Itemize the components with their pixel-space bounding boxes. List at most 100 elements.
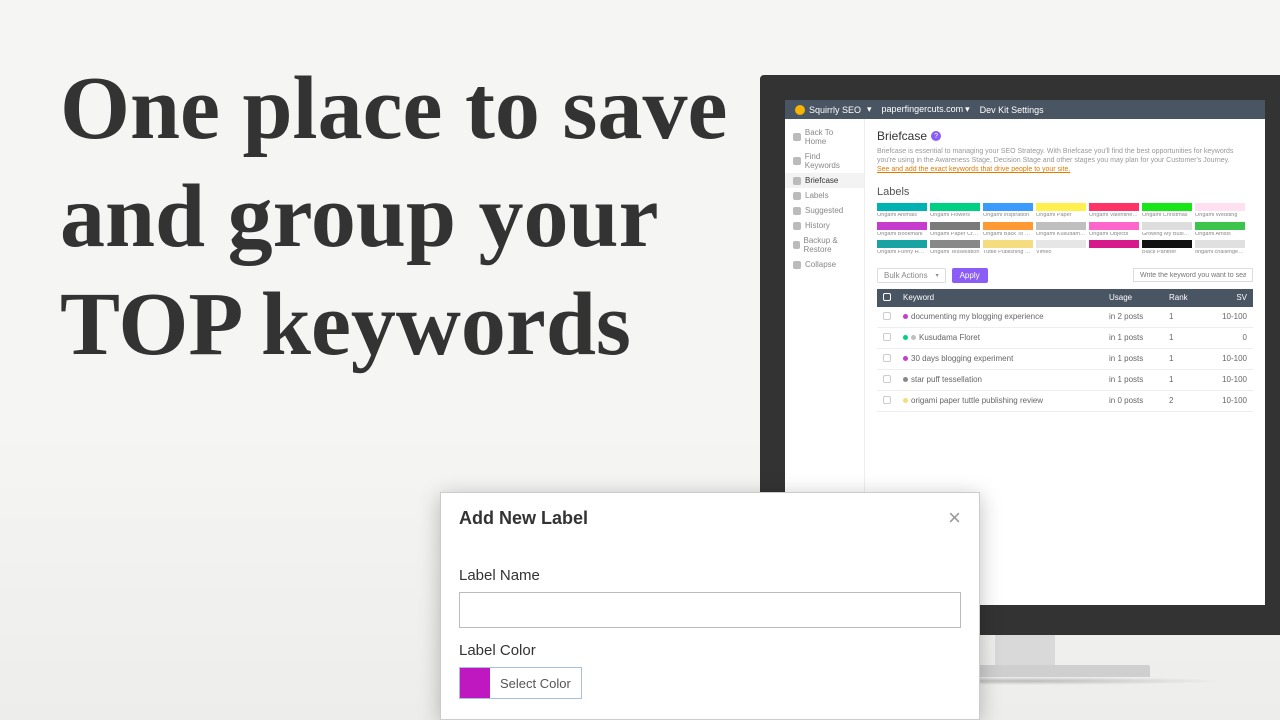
label-swatch[interactable]: Origami Inspiration: [983, 203, 1033, 219]
label-swatch[interactable]: Origami Tessellation: [930, 240, 980, 256]
table-row: Kusudama Floretin 1 posts10: [877, 327, 1253, 348]
sidebar-icon: [793, 157, 801, 165]
label-swatch[interactable]: Origami Christmas: [1142, 203, 1192, 219]
cell-rank[interactable]: 1: [1163, 307, 1213, 328]
brand[interactable]: Squirrly SEO: [795, 104, 872, 115]
sidebar-item[interactable]: Backup & Restore: [785, 233, 864, 257]
label-swatch[interactable]: Origami Funny Holidays: [877, 240, 927, 256]
modal-title: Add New Label: [459, 508, 588, 529]
label-swatch[interactable]: Black Panther: [1142, 240, 1192, 256]
cell-usage[interactable]: in 1 posts: [1103, 348, 1163, 369]
cell-rank[interactable]: 2: [1163, 390, 1213, 411]
cell-sv: 10-100: [1213, 307, 1253, 328]
close-icon[interactable]: ×: [948, 507, 961, 529]
sidebar-icon: [793, 177, 801, 185]
row-checkbox[interactable]: [883, 354, 891, 362]
sidebar-icon: [793, 241, 800, 249]
row-checkbox[interactable]: [883, 375, 891, 383]
help-icon[interactable]: ?: [931, 131, 941, 141]
label-swatch[interactable]: Origami Paper Cranes: [930, 222, 980, 238]
labels-grid: Origami AnimalsOrigami FlowersOrigami In…: [877, 203, 1253, 256]
label-name: Origami Bookmark: [877, 232, 927, 238]
cell-usage[interactable]: in 1 posts: [1103, 327, 1163, 348]
sidebar-item[interactable]: Labels: [785, 188, 864, 203]
label-color-bar: [1195, 222, 1245, 230]
label-dot-icon: [903, 377, 908, 382]
col-usage[interactable]: Usage: [1103, 289, 1163, 307]
bulk-actions-select[interactable]: Bulk Actions: [877, 268, 946, 283]
label-swatch[interactable]: Origami Bookmark: [877, 222, 927, 238]
keyword-search-input[interactable]: [1133, 268, 1253, 282]
col-sv[interactable]: SV: [1213, 289, 1253, 307]
cell-usage[interactable]: in 2 posts: [1103, 307, 1163, 328]
label-name: Origami Animals: [877, 213, 927, 219]
row-checkbox[interactable]: [883, 312, 891, 320]
label-color-bar: [1142, 240, 1192, 248]
site-dropdown[interactable]: paperfingercuts.com: [882, 104, 970, 115]
label-swatch[interactable]: Origami Paper: [1036, 203, 1086, 219]
monitor-neck: [995, 635, 1055, 665]
sidebar-item[interactable]: Back To Home: [785, 125, 864, 149]
label-swatch[interactable]: Origami Kusudama and Modular: [1036, 222, 1086, 238]
label-color-bar: [1142, 203, 1192, 211]
select-color-button[interactable]: Select Color: [490, 670, 581, 697]
label-swatch[interactable]: Origami Back To School: [983, 222, 1033, 238]
sidebar-item-label: Briefcase: [805, 176, 838, 185]
sidebar-icon: [793, 207, 801, 215]
sidebar-item[interactable]: Find Keywords: [785, 149, 864, 173]
label-name: Origami Paper Cranes: [930, 232, 980, 238]
dev-settings-link[interactable]: Dev Kit Settings: [980, 105, 1044, 115]
label-swatch[interactable]: Origami Animals: [877, 203, 927, 219]
label-dot-icon: [903, 335, 908, 340]
label-swatch[interactable]: Origami Valentines Day: [1089, 203, 1139, 219]
label-name-label: Label Name: [459, 567, 961, 584]
label-name: Origami Back To School: [983, 232, 1033, 238]
row-checkbox[interactable]: [883, 396, 891, 404]
label-swatch[interactable]: origami challenge 2023: [1195, 240, 1245, 256]
label-name: Origami Wedding: [1195, 213, 1245, 219]
label-color-bar: [1142, 222, 1192, 230]
desc-link[interactable]: See and add the exact keywords that driv…: [877, 166, 1070, 173]
label-color-bar: [1036, 222, 1086, 230]
label-color-bar: [1089, 240, 1139, 248]
cell-rank[interactable]: 1: [1163, 369, 1213, 390]
label-color-bar: [1089, 222, 1139, 230]
label-name: Origami Valentines Day: [1089, 213, 1139, 219]
label-swatch[interactable]: Tuttle Publishing Packs: [983, 240, 1033, 256]
label-dot-icon: [903, 314, 908, 319]
label-name-input[interactable]: [459, 592, 961, 628]
cell-usage[interactable]: in 1 posts: [1103, 369, 1163, 390]
label-name: Origami Christmas: [1142, 213, 1192, 219]
sidebar-item[interactable]: Briefcase: [785, 173, 864, 188]
label-dot-icon: [903, 356, 908, 361]
site-name: paperfingercuts.com: [882, 104, 964, 114]
label-swatch[interactable]: [1089, 240, 1139, 256]
label-swatch[interactable]: Origami Flowers: [930, 203, 980, 219]
keywords-table: Keyword Usage Rank SV documenting my blo…: [877, 289, 1253, 412]
cell-rank[interactable]: 1: [1163, 348, 1213, 369]
label-name: Vimeo: [1036, 250, 1086, 256]
label-name: Growing My Business: [1142, 232, 1192, 238]
apply-button[interactable]: Apply: [952, 268, 988, 283]
cell-keyword: documenting my blogging experience: [897, 307, 1103, 328]
cell-sv: 0: [1213, 327, 1253, 348]
label-swatch[interactable]: Vimeo: [1036, 240, 1086, 256]
color-picker[interactable]: Select Color: [459, 667, 582, 699]
sidebar-item[interactable]: Collapse: [785, 257, 864, 272]
label-name: Origami Tessellation: [930, 250, 980, 256]
col-rank[interactable]: Rank: [1163, 289, 1213, 307]
label-swatch[interactable]: Origami Wedding: [1195, 203, 1245, 219]
label-swatch[interactable]: Origami Artists: [1195, 222, 1245, 238]
chevron-down-icon: [865, 104, 872, 115]
col-keyword[interactable]: Keyword: [897, 289, 1103, 307]
sidebar-item[interactable]: Suggested: [785, 203, 864, 218]
label-swatch[interactable]: Origami Objects: [1089, 222, 1139, 238]
label-name: Origami Objects: [1089, 232, 1139, 238]
sidebar-item[interactable]: History: [785, 218, 864, 233]
row-checkbox[interactable]: [883, 333, 891, 341]
cell-rank[interactable]: 1: [1163, 327, 1213, 348]
label-color-bar: [1036, 203, 1086, 211]
cell-usage[interactable]: in 0 posts: [1103, 390, 1163, 411]
select-all-checkbox[interactable]: [883, 293, 891, 301]
label-swatch[interactable]: Growing My Business: [1142, 222, 1192, 238]
